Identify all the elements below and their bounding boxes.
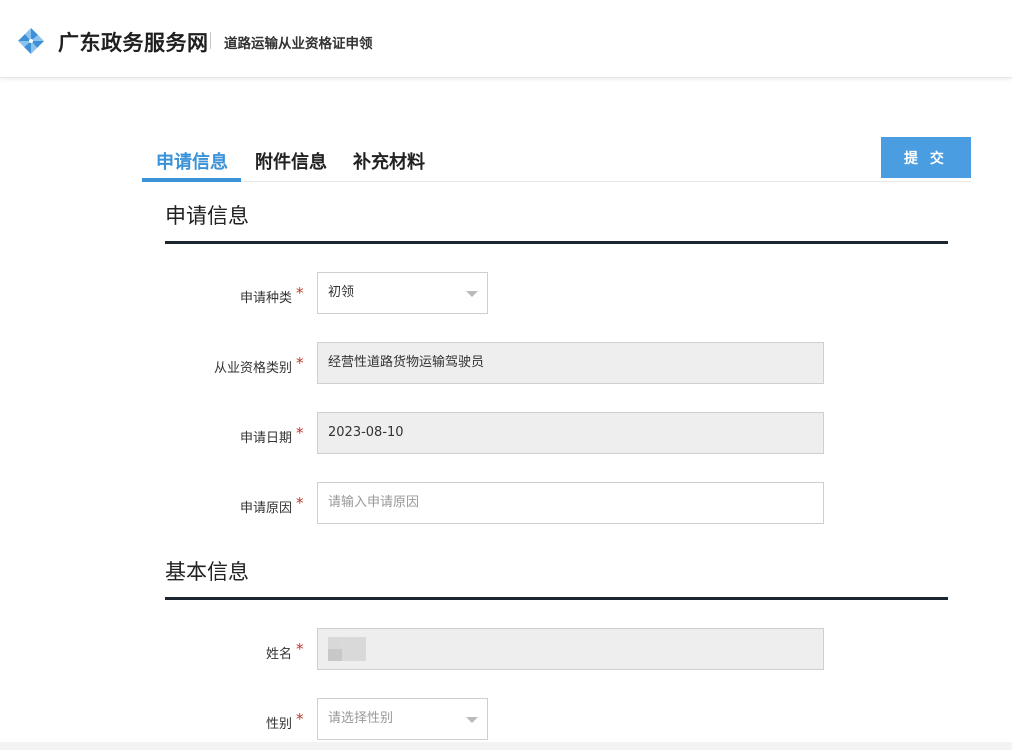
header-divider: [210, 32, 211, 49]
top-header: 广东政务服务网 道路运输从业资格证申领: [0, 0, 1012, 78]
tab-attachment-info[interactable]: 附件信息: [255, 148, 327, 182]
qual-category-label: 从业资格类别: [213, 361, 292, 376]
required-mark: *: [296, 424, 304, 442]
submit-button[interactable]: 提 交: [881, 137, 971, 178]
tab-application-info[interactable]: 申请信息: [156, 148, 228, 182]
required-mark: *: [296, 640, 304, 658]
required-mark: *: [296, 494, 304, 512]
active-tab-indicator: [142, 178, 241, 182]
apply-date-label: 申请日期: [239, 431, 292, 446]
dropdown-caret-icon: [466, 291, 478, 297]
site-brand[interactable]: 广东政务服务网: [58, 27, 209, 57]
section-divider: [165, 597, 948, 600]
apply-reason-label: 申请原因: [239, 501, 292, 516]
gender-placeholder: 请选择性别: [328, 711, 394, 726]
name-field[interactable]: [317, 628, 824, 670]
apply-reason-input[interactable]: 请输入申请原因: [317, 482, 824, 524]
required-mark: *: [296, 284, 304, 302]
section-title-application: 申请信息: [165, 204, 249, 228]
name-label: 姓名: [265, 647, 292, 662]
gender-select[interactable]: 请选择性别: [317, 698, 488, 740]
redacted-name: [328, 637, 366, 661]
gender-label: 性别: [265, 717, 292, 732]
qual-category-field[interactable]: 经营性道路货物运输驾驶员: [317, 342, 824, 384]
form-tabs: 申请信息 附件信息 补充材料: [142, 138, 971, 182]
section-divider: [165, 241, 948, 244]
required-mark: *: [296, 710, 304, 728]
apply-type-label: 申请种类: [239, 291, 292, 306]
page-bottom-edge: [0, 742, 1012, 750]
tab-supplementary-materials[interactable]: 补充材料: [353, 148, 425, 182]
section-title-basic: 基本信息: [165, 560, 249, 584]
apply-type-select[interactable]: 初领: [317, 272, 488, 314]
apply-date-field[interactable]: 2023-08-10: [317, 412, 824, 454]
apply-type-value: 初领: [328, 285, 355, 300]
required-mark: *: [296, 354, 304, 372]
pinwheel-logo-icon: [18, 28, 44, 54]
dropdown-caret-icon: [466, 717, 478, 723]
page-subtitle: 道路运输从业资格证申领: [224, 36, 373, 52]
